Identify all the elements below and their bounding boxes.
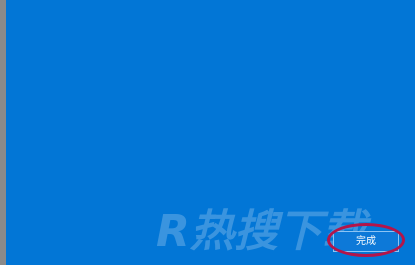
- setup-panel: R热搜下载: [6, 0, 415, 265]
- screen-background: R热搜下载 完成: [0, 0, 415, 265]
- done-button[interactable]: 完成: [333, 231, 399, 252]
